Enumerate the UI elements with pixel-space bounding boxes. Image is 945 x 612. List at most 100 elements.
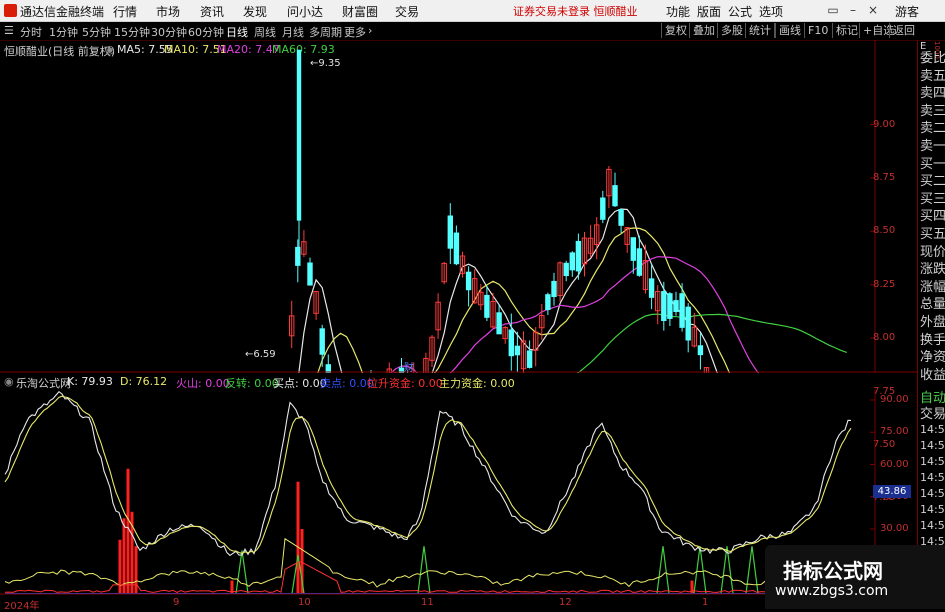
period-tab[interactable]: 60分钟 <box>188 24 224 40</box>
period-tab[interactable]: 更多 <box>344 24 366 40</box>
tool-f10[interactable]: F10 <box>804 23 831 38</box>
period-tab[interactable]: 分时 <box>20 24 42 40</box>
trade-time: 14:56 <box>920 519 945 532</box>
candle-body <box>453 232 460 265</box>
trade-time: 14:56 <box>920 487 945 500</box>
quote-row-label: 卖三 <box>920 103 945 119</box>
more-chevron-icon[interactable]: › <box>368 24 372 37</box>
menu-discover[interactable]: 发现 <box>243 3 267 20</box>
x-axis-label: 12 <box>559 597 572 608</box>
period-tab[interactable]: 30分钟 <box>151 24 187 40</box>
candle-body <box>667 293 673 319</box>
close-icon[interactable]: × <box>862 2 884 18</box>
quote-row-label: 卖五 <box>920 68 945 84</box>
menu-grid-icon[interactable]: ☰ <box>4 24 14 37</box>
indicator-buy: 买点: 0.00 <box>273 377 327 390</box>
candle-body <box>618 209 624 226</box>
candle-body <box>630 237 636 261</box>
watermark-title: 指标公式网 <box>783 559 883 583</box>
quote-row-label: 换手 <box>920 332 945 348</box>
quote-row-label: 涨幅 <box>920 279 945 295</box>
period-tab[interactable]: 多周期 <box>309 24 342 40</box>
minimize-icon[interactable]: – <box>842 2 864 18</box>
period-tab[interactable]: 周线 <box>254 24 276 40</box>
reversal-signal <box>720 546 734 594</box>
menu-guest[interactable]: 游客 <box>895 3 919 20</box>
period-tab[interactable]: 月线 <box>282 24 304 40</box>
quote-row-label: 买三 <box>920 191 945 207</box>
low-price-label: ←6.59 <box>245 349 276 360</box>
period-tab-active[interactable]: 日线 <box>226 24 248 40</box>
watermark: 指标公式网 www.zbgs3.com <box>765 545 945 609</box>
menu-wealth[interactable]: 财富圈 <box>342 3 378 20</box>
quote-row-label: 买四 <box>920 209 945 225</box>
kline-chart[interactable] <box>0 40 917 373</box>
current-value-badge: 43.86 <box>873 485 911 498</box>
tool-adjust[interactable]: 复权 <box>661 23 690 38</box>
candle-body <box>296 49 302 221</box>
indicator-axis-tick: 75.00 <box>880 426 909 438</box>
price-axis-tick: 8.75 <box>873 171 896 183</box>
event-marker[interactable]: 财 <box>404 359 414 374</box>
period-tab[interactable]: 15分钟 <box>114 24 150 40</box>
menu-news[interactable]: 资讯 <box>200 3 224 20</box>
quote-row-label: 外盘 <box>920 315 945 330</box>
candle-body <box>563 262 569 277</box>
indicator-sell: 卖点: 0.00 <box>320 377 374 390</box>
watermark-url: www.zbgs3.com <box>775 583 889 599</box>
trade-label[interactable]: 交易 <box>920 403 945 422</box>
indicator-main-fund: 主力资金: 0.00 <box>439 377 515 390</box>
tool-multi[interactable]: 多股 <box>717 23 746 38</box>
menu-formula[interactable]: 公式 <box>728 3 752 20</box>
menu-market2[interactable]: 市场 <box>156 3 180 20</box>
back-button[interactable]: 返回 <box>889 23 918 38</box>
trade-time: 14:56 <box>920 423 945 436</box>
menu-ask[interactable]: 问小达 <box>287 3 323 20</box>
indicator-volcano: 火山: 0.00 <box>176 377 230 390</box>
menu-options[interactable]: 选项 <box>759 3 783 20</box>
candle-body <box>673 300 679 312</box>
candle-body <box>545 294 551 311</box>
candle-body <box>484 294 490 318</box>
period-tab[interactable]: 5分钟 <box>82 24 111 40</box>
app-title: 通达信金融终端 <box>20 5 105 19</box>
candle-body <box>447 215 454 249</box>
candle-body <box>636 248 643 276</box>
candle-body <box>661 291 667 322</box>
tool-stats[interactable]: 统计 <box>745 23 774 38</box>
candle-body <box>679 293 685 328</box>
candle-body <box>569 252 575 271</box>
quote-row-label: 买二 <box>920 174 945 190</box>
candle-body <box>465 271 472 291</box>
period-toolbar: ☰ 分时 1分钟 5分钟 15分钟 30分钟 60分钟 日线 周线 月线 多周期… <box>0 22 945 41</box>
menu-function[interactable]: 功能 <box>666 3 690 20</box>
quote-panel: E 1000 委比 卖五 卖四 卖三 卖二 卖一 买一 买二 买三 买四 买五 现价 涨跌 涨幅 总量 外盘换… <box>917 41 945 609</box>
settings-circle-icon[interactable]: ◉ <box>4 375 14 388</box>
tool-draw[interactable]: 画线 <box>775 23 804 38</box>
quote-row-label: 卖一 <box>920 139 945 154</box>
x-axis-label: 2024年 <box>4 601 40 612</box>
candle-body <box>575 240 582 272</box>
x-axis-label: 1 <box>702 597 709 608</box>
menu-layout[interactable]: 版面 <box>697 3 721 20</box>
login-notice: 证券交易未登录 恒顺醋业 <box>513 5 638 18</box>
restore-icon[interactable]: ▭ <box>822 2 844 18</box>
candle-body <box>648 278 655 298</box>
candle-body <box>612 185 618 207</box>
quote-row-label: 涨跌 <box>920 262 945 278</box>
candle-body <box>514 345 521 356</box>
indicator-d: D: 76.12 <box>120 375 168 388</box>
candle-body <box>685 306 691 341</box>
pull-fund-bar <box>126 468 130 594</box>
menu-trade[interactable]: 交易 <box>395 3 419 20</box>
candle-body <box>508 329 515 357</box>
price-axis-tick: 8.25 <box>873 278 896 290</box>
price-axis-tick: 8.00 <box>873 332 896 344</box>
trade-time: 14:56 <box>920 439 945 452</box>
menu-market[interactable]: 行情 <box>113 3 137 20</box>
tool-overlay[interactable]: 叠加 <box>689 23 718 38</box>
candle-body <box>319 328 325 355</box>
tool-mark[interactable]: 标记 <box>832 23 861 38</box>
trade-time: 14:56 <box>920 503 945 516</box>
period-tab[interactable]: 1分钟 <box>49 24 78 40</box>
